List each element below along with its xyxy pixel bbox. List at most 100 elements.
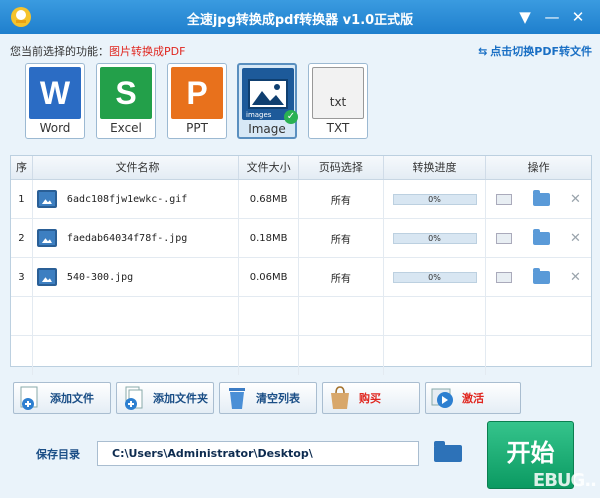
add-file-icon — [20, 386, 38, 410]
save-path-field[interactable]: C:\Users\Administrator\Desktop\ — [97, 441, 419, 466]
txt-glyph: txt — [329, 95, 347, 109]
row-index: 3 — [11, 258, 33, 296]
empty-cell — [239, 297, 300, 335]
save-dir-label: 保存目录 — [36, 448, 80, 461]
folder-icon[interactable] — [532, 267, 550, 284]
mail-icon[interactable] — [496, 271, 513, 283]
format-label: Image — [248, 122, 286, 136]
activate-button[interactable]: 激活 — [425, 382, 521, 414]
row-filename: 540-300.jpg — [66, 271, 134, 283]
format-label: PPT — [186, 121, 208, 135]
ppt-icon: P — [171, 67, 223, 119]
file-table: 序 文件名称 文件大小 页码选择 转换进度 操作 1 6adc108fjw1ew… — [10, 155, 592, 375]
shopping-bag-icon — [331, 386, 349, 409]
window-title: 全速jpg转换成pdf转换器 v1.0正式版 — [186, 13, 414, 28]
add-file-label: 添加文件 — [50, 392, 94, 405]
row-file: 540-300.jpg — [33, 258, 240, 296]
row-filename: 6adc108fjw1ewkc-.gif — [66, 193, 188, 205]
row-file: faedab64034f78f-.jpg — [33, 219, 240, 257]
add-folder-icon — [125, 386, 143, 410]
empty-cell — [486, 297, 591, 335]
add-folder-button[interactable]: 添加文件夹 — [116, 382, 214, 414]
add-folder-label: 添加文件夹 — [153, 392, 208, 405]
folder-icon[interactable] — [532, 228, 550, 245]
activate-label: 激活 — [462, 392, 484, 405]
activate-icon — [431, 388, 453, 408]
format-txt-button[interactable]: txt TXT — [308, 63, 368, 139]
delete-icon[interactable]: ✕ — [570, 231, 581, 246]
mail-icon[interactable] — [496, 193, 513, 205]
empty-cell — [33, 336, 240, 375]
add-file-button[interactable]: 添加文件 — [13, 382, 111, 414]
header-name: 文件名称 — [33, 156, 240, 179]
excel-icon: S — [100, 67, 152, 119]
table-row[interactable]: 2 faedab64034f78f-.jpg 0.18MB 所有 0% ✕ — [11, 219, 591, 258]
row-pages[interactable]: 所有 — [299, 219, 384, 257]
progress-bar: 0% — [392, 193, 477, 205]
browse-folder-icon[interactable] — [434, 441, 462, 462]
format-ppt-button[interactable]: P PPT — [167, 63, 227, 139]
trash-icon — [229, 388, 245, 409]
row-pages[interactable]: 所有 — [299, 258, 384, 296]
empty-row — [11, 297, 591, 336]
empty-cell — [239, 336, 300, 375]
title-bar: 全速jpg转换成pdf转换器 v1.0正式版 ▼ — ✕ — [0, 0, 600, 34]
buy-label: 购买 — [359, 392, 381, 405]
table-header: 序 文件名称 文件大小 页码选择 转换进度 操作 — [11, 156, 591, 180]
format-excel-button[interactable]: S Excel — [96, 63, 156, 139]
delete-icon[interactable]: ✕ — [570, 192, 581, 207]
empty-cell — [33, 297, 240, 335]
buy-button[interactable]: 购买 — [322, 382, 420, 414]
row-index: 1 — [11, 180, 33, 218]
image-file-icon — [36, 229, 57, 247]
close-button[interactable]: ✕ — [568, 7, 588, 27]
check-icon: ✓ — [284, 110, 298, 124]
row-file: 6adc108fjw1ewkc-.gif — [33, 180, 240, 218]
format-label: Word — [39, 121, 71, 135]
row-actions: ✕ — [486, 258, 591, 296]
empty-row — [11, 336, 591, 375]
header-index: 序 — [11, 156, 33, 179]
format-image-button[interactable]: images ✓ Image — [237, 63, 298, 139]
image-file-icon — [36, 268, 57, 286]
folder-icon[interactable] — [532, 189, 550, 206]
row-filename: faedab64034f78f-.jpg — [66, 232, 188, 244]
progress-bar: 0% — [392, 271, 477, 283]
current-function-label: 您当前选择的功能：图片转换成PDF — [10, 43, 185, 59]
row-pages[interactable]: 所有 — [299, 180, 384, 218]
ppt-glyph: P — [186, 74, 208, 111]
switch-mode-link[interactable]: ⇆ 点击切换PDF转文件 — [478, 43, 592, 59]
progress-bar: 0% — [392, 232, 477, 244]
row-size: 0.06MB — [239, 258, 300, 296]
format-label: Excel — [110, 121, 142, 135]
function-prefix: 您当前选择的功能： — [10, 45, 109, 58]
header-progress: 转换进度 — [384, 156, 487, 179]
empty-cell — [11, 297, 33, 335]
header-size: 文件大小 — [239, 156, 300, 179]
table-row[interactable]: 3 540-300.jpg 0.06MB 所有 0% ✕ — [11, 258, 591, 297]
image-badge-text: images — [246, 111, 272, 119]
minimize-button[interactable]: — — [542, 7, 562, 27]
image-icon: images ✓ — [242, 68, 298, 124]
format-word-button[interactable]: W Word — [25, 63, 85, 139]
row-progress-cell: 0% — [384, 180, 487, 218]
menu-dropdown-icon[interactable]: ▼ — [515, 7, 535, 27]
row-index: 2 — [11, 219, 33, 257]
empty-cell — [384, 297, 487, 335]
swap-arrows-icon: ⇆ — [478, 45, 488, 58]
delete-icon[interactable]: ✕ — [570, 270, 581, 285]
header-pages: 页码选择 — [299, 156, 384, 179]
row-actions: ✕ — [486, 180, 591, 218]
selected-function: 图片转换成PDF — [109, 45, 186, 58]
row-size: 0.68MB — [239, 180, 300, 218]
word-glyph: W — [39, 74, 71, 111]
header-actions: 操作 — [527, 161, 550, 174]
row-size: 0.18MB — [239, 219, 300, 257]
txt-icon: txt — [312, 67, 364, 119]
clear-list-button[interactable]: 清空列表 — [219, 382, 317, 414]
table-row[interactable]: 1 6adc108fjw1ewkc-.gif 0.68MB 所有 0% ✕ — [11, 180, 591, 219]
word-icon: W — [29, 67, 81, 119]
clear-list-label: 清空列表 — [256, 392, 300, 405]
format-label: TXT — [326, 121, 350, 135]
mail-icon[interactable] — [496, 232, 513, 244]
